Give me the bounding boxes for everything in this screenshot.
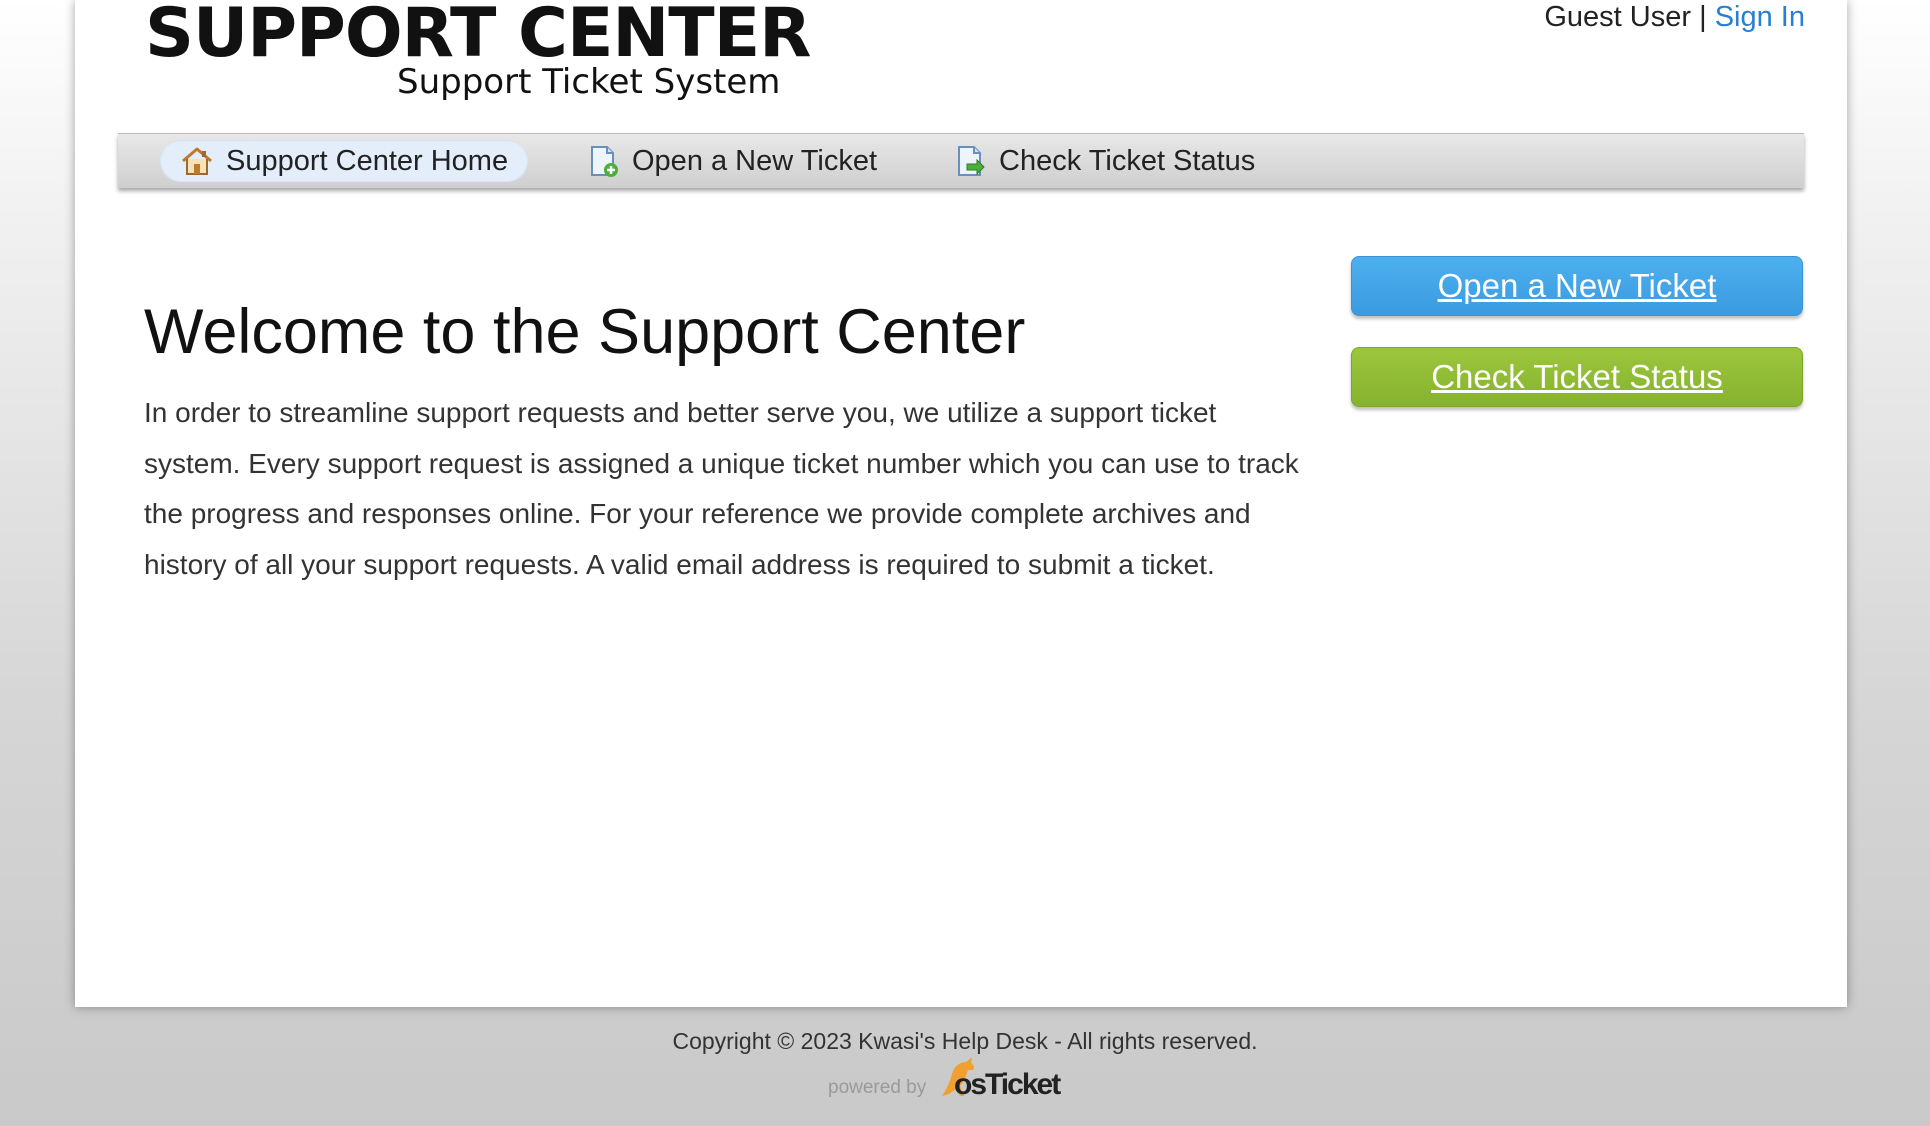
nav-item-label: Support Center Home (226, 144, 509, 177)
page-container: SUPPORT CENTER Support Ticket System Gue… (75, 0, 1847, 1007)
osticket-brand: osTicket (954, 1068, 1061, 1102)
main-nav: Support Center Home Open a New Ticket Ch… (118, 133, 1804, 188)
nav-item-label: Check Ticket Status (999, 144, 1256, 177)
nav-item-label: Open a New Ticket (632, 144, 877, 177)
check-ticket-status-button[interactable]: Check Ticket Status (1351, 347, 1803, 407)
logo-subtitle: Support Ticket System (397, 62, 781, 102)
osticket-brand-os: os (954, 1068, 987, 1101)
nav-item-check-status[interactable]: Check Ticket Status (933, 140, 1275, 182)
new-ticket-icon (586, 144, 620, 178)
open-new-ticket-button[interactable]: Open a New Ticket (1351, 256, 1803, 316)
welcome-description: In order to streamline support requests … (144, 397, 1299, 580)
user-bar-separator: | (1699, 1, 1707, 33)
powered-by-osticket-link[interactable]: powered by osTicket (826, 1056, 1066, 1106)
guest-user-label: Guest User (1544, 1, 1692, 33)
site-logo[interactable]: SUPPORT CENTER Support Ticket System (145, 0, 845, 105)
nav-item-home[interactable]: Support Center Home (160, 140, 529, 182)
nav-item-new-ticket[interactable]: Open a New Ticket (566, 140, 897, 182)
footer-copyright: Copyright © 2023 Kwasi's Help Desk - All… (672, 1028, 1258, 1054)
home-icon (180, 144, 214, 178)
osticket-brand-ticket: Ticket (985, 1068, 1061, 1101)
powered-by-label: powered by (828, 1077, 927, 1098)
user-bar: Guest User | Sign In (1544, 0, 1805, 34)
ticket-status-icon (953, 144, 987, 178)
page-title: Welcome to the Support Center (144, 297, 1026, 367)
sign-in-link[interactable]: Sign In (1715, 1, 1805, 33)
